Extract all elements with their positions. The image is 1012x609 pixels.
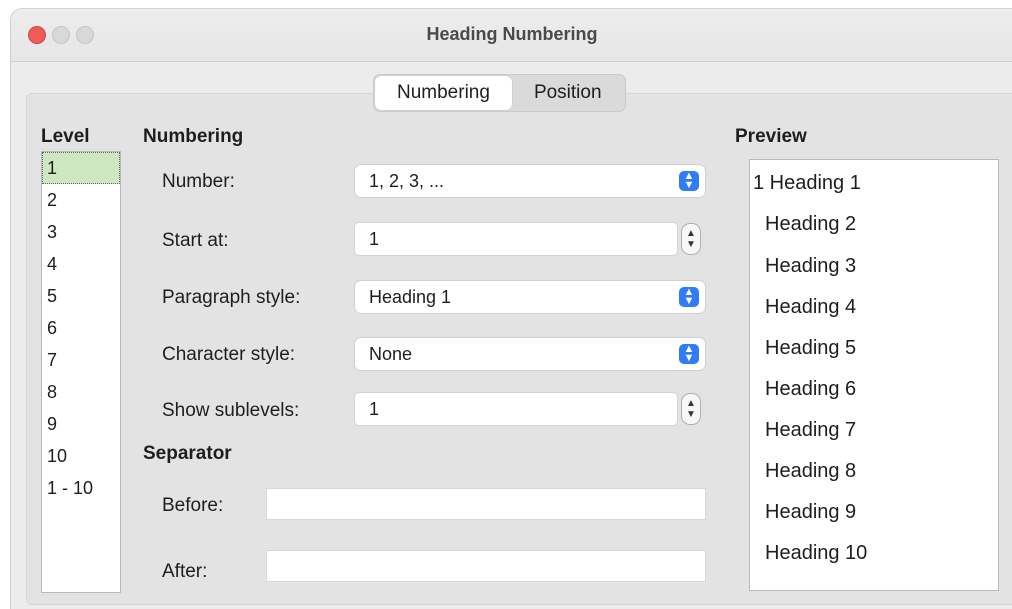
number-select-value: 1, 2, 3, ... [369,170,445,191]
stepper-down-icon[interactable]: ▼ [686,409,696,420]
separator-section-heading: Separator [143,443,232,464]
level-item[interactable]: 8 [42,376,120,408]
character-style-label: Character style: [162,344,296,365]
preview-line: Heading 8 [765,460,857,482]
preview-line: Heading 7 [765,419,857,441]
preview-line: Heading 5 [765,337,857,359]
after-input[interactable] [267,551,705,581]
preview-line: 1 Heading 1 [753,172,861,194]
preview-line: Heading 3 [765,255,857,277]
show-sublevels-input[interactable]: 1 [355,393,677,425]
preview-line: Heading 10 [765,542,868,564]
level-item[interactable]: 7 [42,344,120,376]
number-label: Number: [162,171,235,192]
level-item[interactable]: 4 [42,248,120,280]
level-item[interactable]: 6 [42,312,120,344]
tab-bar: Numbering Position [373,74,626,112]
before-label: Before: [162,495,224,516]
character-style-value: None [369,343,413,364]
start-at-label: Start at: [162,230,229,251]
before-input[interactable] [267,489,705,519]
dialog-window: Heading Numbering Numbering Position Lev… [10,8,1012,609]
level-item[interactable]: 2 [42,184,120,216]
level-item[interactable]: 1 [42,152,120,184]
level-item[interactable]: 1 - 10 [42,472,120,504]
level-item[interactable]: 5 [42,280,120,312]
chevron-updown-icon: ▲ ▼ [679,171,699,191]
paragraph-style-label: Paragraph style: [162,287,301,308]
show-sublevels-stepper[interactable]: ▲ ▼ [681,393,701,425]
preview-heading: Preview [735,126,807,147]
tab-position[interactable]: Position [512,76,624,110]
level-list[interactable]: 1 2 3 4 5 6 7 8 9 10 1 - 10 [41,151,121,593]
start-at-stepper[interactable]: ▲ ▼ [681,223,701,255]
start-at-input[interactable]: 1 [355,223,677,255]
level-item[interactable]: 10 [42,440,120,472]
chevron-updown-icon: ▲ ▼ [679,287,699,307]
preview-line: Heading 2 [765,213,857,235]
stepper-up-icon[interactable]: ▲ [686,398,696,409]
after-label: After: [162,561,208,582]
level-item[interactable]: 9 [42,408,120,440]
chevron-updown-icon: ▲ ▼ [679,344,699,364]
paragraph-style-select[interactable]: Heading 1 ▲ ▼ [355,281,705,313]
number-select[interactable]: 1, 2, 3, ... ▲ ▼ [355,165,705,197]
show-sublevels-label: Show sublevels: [162,400,300,421]
tab-numbering[interactable]: Numbering [375,76,512,110]
title-bar: Heading Numbering [11,9,1012,62]
preview-panel: 1 Heading 1 Heading 2 Heading 3 Heading … [749,159,999,591]
stepper-down-icon[interactable]: ▼ [686,239,696,250]
preview-line: Heading 6 [765,378,857,400]
character-style-select[interactable]: None ▲ ▼ [355,338,705,370]
window-title: Heading Numbering [426,24,598,44]
level-item[interactable]: 3 [42,216,120,248]
preview-line: Heading 9 [765,501,857,523]
stepper-up-icon[interactable]: ▲ [686,228,696,239]
paragraph-style-value: Heading 1 [369,286,452,307]
preview-line: Heading 4 [765,296,857,318]
level-heading: Level [41,126,90,147]
numbering-section-heading: Numbering [143,126,244,147]
